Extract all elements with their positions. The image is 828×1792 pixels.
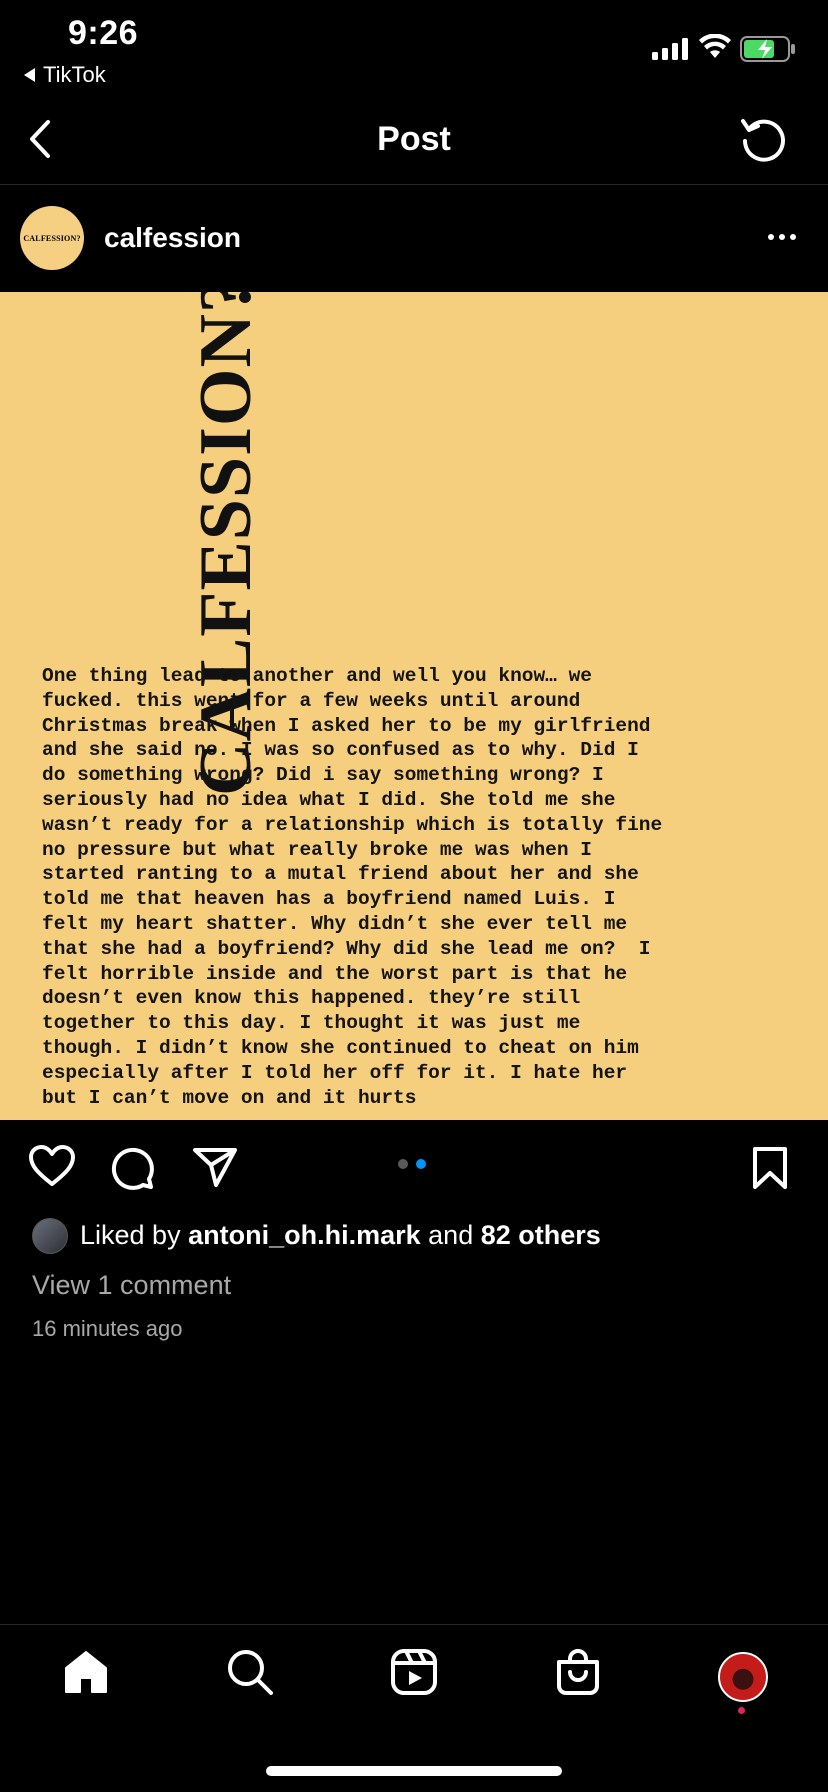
- home-indicator[interactable]: [266, 1766, 562, 1776]
- search-icon: [228, 1650, 273, 1695]
- carousel-indicator: [398, 1159, 426, 1169]
- likes-others[interactable]: 82 others: [481, 1220, 601, 1250]
- tab-bar-divider: [0, 1624, 828, 1625]
- tab-home[interactable]: [62, 1648, 110, 1701]
- header-divider: [0, 184, 828, 185]
- bookmark-icon: [753, 1147, 787, 1189]
- view-comments-link[interactable]: View 1 comment: [32, 1270, 231, 1301]
- back-to-app-link[interactable]: TikTok: [24, 62, 106, 88]
- like-button[interactable]: [28, 1144, 76, 1193]
- wifi-icon: [698, 33, 732, 65]
- back-app-label: TikTok: [43, 62, 106, 87]
- liker-avatar[interactable]: [32, 1218, 68, 1254]
- status-time: 9:26: [68, 14, 139, 52]
- cellular-signal-icon: [652, 38, 688, 60]
- comment-icon: [111, 1147, 154, 1190]
- share-button[interactable]: [192, 1146, 238, 1193]
- battery-icon: [740, 36, 796, 67]
- tab-search[interactable]: [226, 1648, 274, 1701]
- tab-reels[interactable]: [390, 1648, 438, 1701]
- profile-notification-dot: [738, 1707, 745, 1714]
- carousel-dot: [416, 1159, 426, 1169]
- heart-icon: [29, 1145, 75, 1186]
- send-icon: [193, 1148, 237, 1187]
- likes-joiner: and: [428, 1220, 474, 1250]
- shopping-bag-icon: [557, 1649, 599, 1695]
- liker-username[interactable]: antoni_oh.hi.mark: [188, 1220, 421, 1250]
- refresh-icon: [741, 119, 785, 162]
- save-button[interactable]: [752, 1146, 788, 1195]
- confession-text: One thing lead to another and well you k…: [42, 665, 663, 1109]
- back-triangle-icon: [24, 68, 35, 82]
- likes-summary[interactable]: Liked by antoni_oh.hi.mark and 82 others: [80, 1220, 601, 1251]
- likes-prefix: Liked by: [80, 1220, 181, 1250]
- page-title: Post: [377, 120, 451, 158]
- more-options-icon[interactable]: [768, 234, 796, 240]
- home-icon: [65, 1651, 107, 1693]
- carousel-dot: [398, 1159, 408, 1169]
- tab-profile-avatar[interactable]: [718, 1652, 768, 1702]
- post-username[interactable]: calfession: [104, 222, 241, 254]
- tab-shop[interactable]: [554, 1648, 602, 1701]
- avatar-logo-text: CALFESSION?: [23, 233, 81, 243]
- comment-button[interactable]: [110, 1146, 154, 1195]
- post-timestamp: 16 minutes ago: [32, 1316, 183, 1341]
- refresh-button[interactable]: [738, 114, 788, 169]
- reels-icon: [391, 1649, 437, 1695]
- post-author-avatar[interactable]: CALFESSION?: [20, 206, 84, 270]
